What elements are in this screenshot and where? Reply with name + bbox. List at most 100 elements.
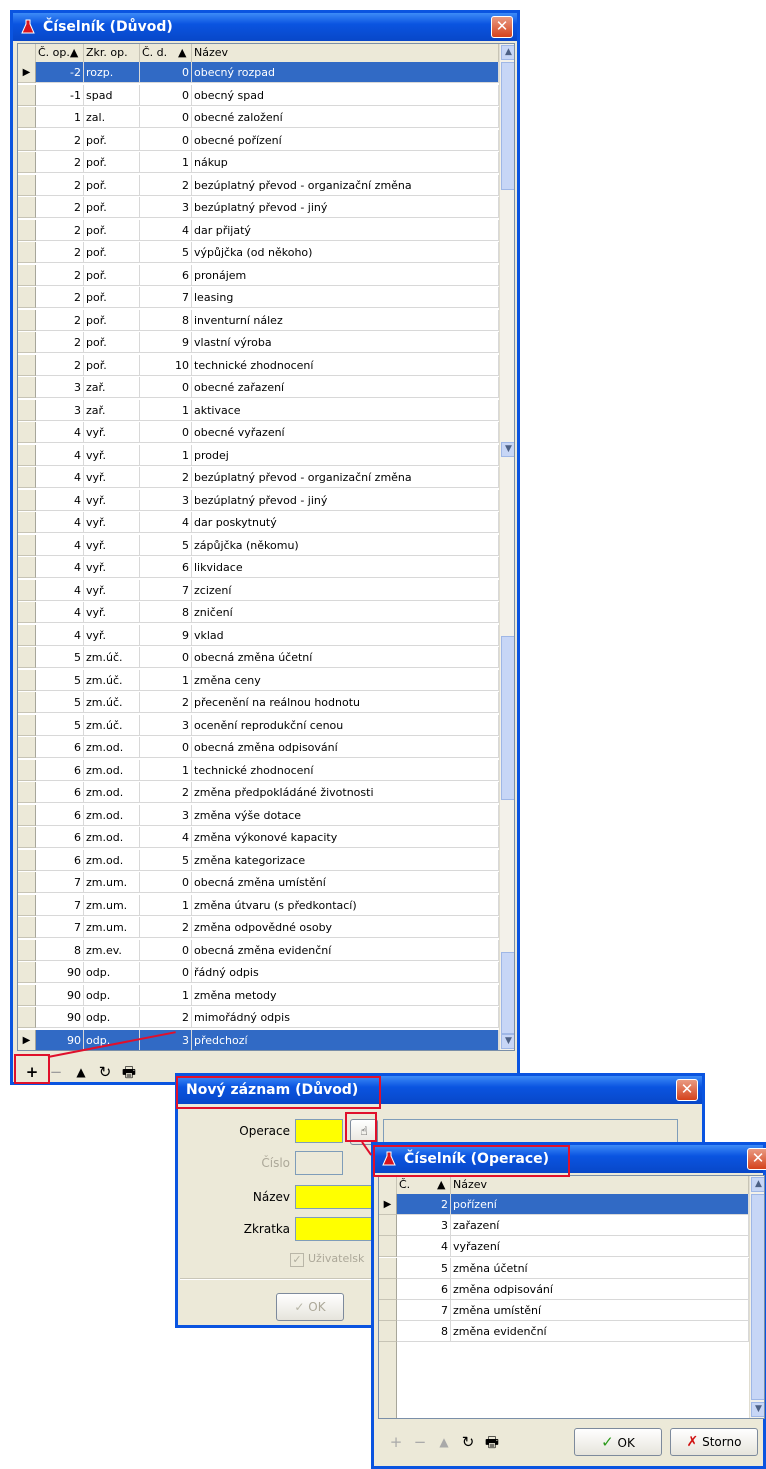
scroll-up-icon[interactable]: ▲ [751, 1177, 764, 1192]
cell-nazev[interactable]: zničení [192, 602, 499, 623]
cell-c-op[interactable]: 6 [36, 782, 84, 803]
cell-nazev[interactable]: prodej [192, 444, 499, 466]
cell-zkr-op[interactable]: vyř. [84, 602, 140, 623]
cell-c-d[interactable]: 5 [140, 242, 192, 263]
cell-c[interactable]: 8 [397, 1321, 451, 1343]
cell-c-op[interactable]: 7 [36, 872, 84, 893]
row-indicator[interactable] [18, 197, 36, 218]
header-nazev[interactable]: Název [451, 1176, 749, 1194]
table-row[interactable]: 2 poř. 7 leasing [18, 287, 499, 308]
cell-nazev[interactable]: změna účetní [451, 1257, 749, 1279]
cell-nazev[interactable]: bezúplatný převod - jiný [192, 197, 499, 218]
table-row[interactable]: 6 zm.od. 1 technické zhodnocení [18, 759, 499, 781]
cell-zkr-op[interactable]: vyř. [84, 579, 140, 601]
cell-c-op[interactable]: 6 [36, 827, 84, 848]
cell-c-d[interactable]: 3 [140, 197, 192, 218]
header-c[interactable]: Č. [397, 1176, 437, 1194]
row-indicator[interactable] [379, 1257, 397, 1279]
cell-c-op[interactable]: 2 [36, 242, 84, 263]
cell-nazev[interactable]: vklad [192, 624, 499, 646]
scroll-up-icon[interactable]: ▲ [501, 45, 514, 60]
table-row[interactable]: 6 zm.od. 2 změna předpokládáné životnosti [18, 782, 499, 803]
cell-nazev[interactable]: technické zhodnocení [192, 354, 499, 376]
cell-nazev[interactable]: přecenění na reálnou hodnotu [192, 692, 499, 713]
cell-zkr-op[interactable]: zm.od. [84, 782, 140, 803]
scroll-down-icon[interactable]: ▼ [751, 1402, 764, 1417]
cell-zkr-op[interactable]: poř. [84, 152, 140, 173]
row-indicator[interactable] [18, 174, 36, 196]
cell-c-op[interactable]: 2 [36, 219, 84, 241]
cell-nazev[interactable]: zcizení [192, 579, 499, 601]
storno-button[interactable]: ✗ Storno [670, 1428, 758, 1456]
row-indicator[interactable] [18, 107, 36, 128]
cell-c-d[interactable]: 4 [140, 512, 192, 533]
row-indicator[interactable] [18, 534, 36, 556]
cell-c-d[interactable]: 10 [140, 354, 192, 376]
cell-nazev[interactable]: změna metody [192, 984, 499, 1006]
table-row[interactable]: 8 změna evidenční [379, 1321, 749, 1343]
scroll-down-icon[interactable]: ▼ [501, 1034, 514, 1049]
cell-nazev[interactable]: ocenění reprodukční cenou [192, 714, 499, 736]
cell-nazev[interactable]: změna umístění [451, 1300, 749, 1321]
cell-c-d[interactable]: 2 [140, 467, 192, 488]
vertical-scrollbar[interactable]: ▲ ▼ [749, 1176, 764, 1418]
cell-c-op[interactable]: 4 [36, 512, 84, 533]
cell-nazev[interactable]: vyřazení [451, 1236, 749, 1258]
cell-nazev[interactable]: bezúplatný převod - organizační změna [192, 467, 499, 488]
table-row[interactable]: -1 spad 0 obecný spad [18, 84, 499, 106]
cell-zkr-op[interactable]: odp. [84, 1007, 140, 1028]
cell-nazev[interactable]: bezúplatný převod - jiný [192, 489, 499, 511]
table-row[interactable]: 7 zm.um. 0 obecná změna umístění [18, 872, 499, 893]
row-indicator[interactable] [18, 84, 36, 106]
cell-c-d[interactable]: 1 [140, 444, 192, 466]
table-row[interactable]: 7 zm.um. 2 změna odpovědné osoby [18, 917, 499, 938]
cell-c-op[interactable]: 4 [36, 579, 84, 601]
table-row[interactable]: 7 změna umístění [379, 1300, 749, 1321]
table-row[interactable]: 6 změna odpisování [379, 1278, 749, 1300]
table-row[interactable]: 90 odp. 0 řádný odpis [18, 962, 499, 983]
table-row[interactable]: 2 poř. 6 pronájem [18, 264, 499, 286]
cell-c-d[interactable]: 0 [140, 872, 192, 893]
cell-zkr-op[interactable]: zm.od. [84, 849, 140, 871]
cell-nazev[interactable]: pořízení [451, 1194, 749, 1215]
cell-zkr-op[interactable]: zm.od. [84, 804, 140, 826]
cell-c-op[interactable]: 1 [36, 107, 84, 128]
table-row[interactable]: 4 vyř. 0 obecné vyřazení [18, 422, 499, 443]
cell-nazev[interactable]: obecná změna umístění [192, 872, 499, 893]
cell-c-d[interactable]: 7 [140, 579, 192, 601]
print-icon[interactable]: 🖶 [482, 1432, 502, 1452]
cell-zkr-op[interactable]: vyř. [84, 534, 140, 556]
table-row[interactable]: 6 zm.od. 5 změna kategorizace [18, 849, 499, 871]
cell-c-d[interactable]: 2 [140, 692, 192, 713]
table-row[interactable]: 90 odp. 1 změna metody [18, 984, 499, 1006]
cell-c-op[interactable]: 7 [36, 917, 84, 938]
row-indicator[interactable] [18, 467, 36, 488]
cell-c-d[interactable]: 2 [140, 917, 192, 938]
cell-nazev[interactable]: obecná změna účetní [192, 647, 499, 668]
row-indicator[interactable] [18, 602, 36, 623]
cell-c[interactable]: 6 [397, 1278, 451, 1300]
cell-zkr-op[interactable]: vyř. [84, 422, 140, 443]
move-up-icon[interactable]: ▲ [434, 1432, 454, 1452]
row-indicator[interactable] [18, 624, 36, 646]
cell-c-op[interactable]: 4 [36, 444, 84, 466]
sort-arrow-icon[interactable]: ▲ [437, 1176, 451, 1194]
cell-nazev[interactable]: změna evidenční [451, 1321, 749, 1343]
cell-c-op[interactable]: 2 [36, 332, 84, 353]
table-row[interactable]: 4 vyř. 8 zničení [18, 602, 499, 623]
close-button[interactable]: ✕ [747, 1148, 766, 1170]
cell-c-d[interactable]: 0 [140, 62, 192, 83]
table-row[interactable]: 4 vyř. 2 bezúplatný převod - organizační zm… [18, 467, 499, 488]
row-indicator[interactable] [18, 872, 36, 893]
row-indicator[interactable] [18, 1007, 36, 1028]
table-row[interactable]: 5 zm.úč. 2 přecenění na reálnou hodnotu [18, 692, 499, 713]
cell-zkr-op[interactable]: vyř. [84, 624, 140, 646]
cell-c-d[interactable]: 0 [140, 647, 192, 668]
cell-zkr-op[interactable]: zm.um. [84, 917, 140, 938]
print-icon[interactable]: 🖶 [119, 1062, 139, 1082]
cell-c-op[interactable]: 4 [36, 557, 84, 578]
cell-c-d[interactable]: 5 [140, 849, 192, 871]
cell-nazev[interactable]: obecná změna evidenční [192, 939, 499, 961]
cell-c-d[interactable]: 1 [140, 984, 192, 1006]
row-indicator[interactable] [18, 377, 36, 398]
